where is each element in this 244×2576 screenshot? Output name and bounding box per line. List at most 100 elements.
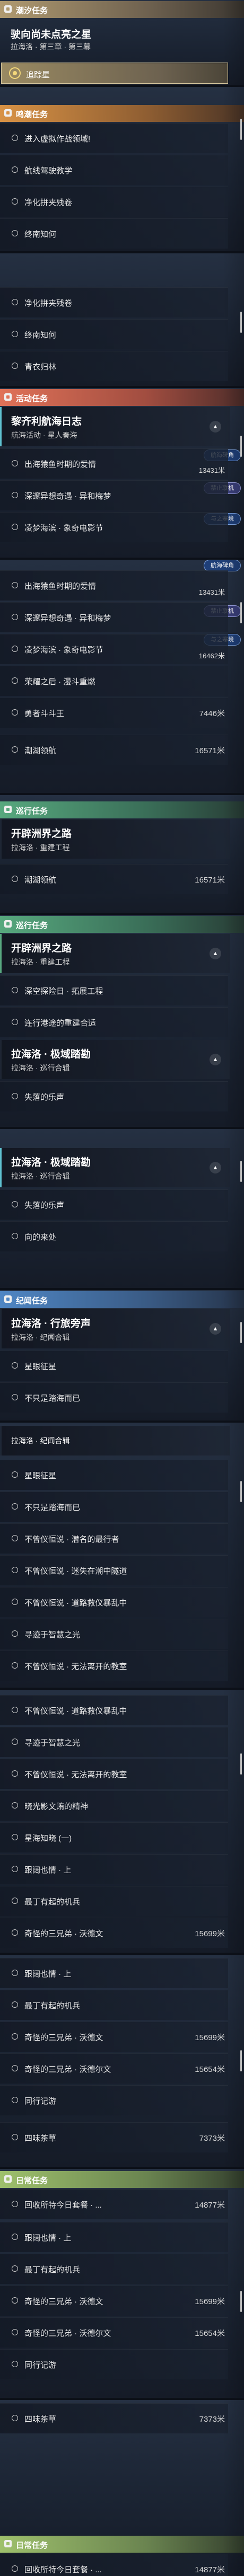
list-item[interactable]: 奇怪的三兄弟 · 沃德文 15699米 bbox=[0, 1918, 228, 1948]
navigate-button[interactable]: 追踪星 bbox=[1, 63, 228, 84]
list-item[interactable]: 奇怪的三兄弟 · 沃德文 15699米 bbox=[0, 2286, 228, 2316]
list-item[interactable]: 不曾仪恒说 · 无法离开的教室 bbox=[0, 1759, 228, 1789]
section-header-daily[interactable]: 日常任务 bbox=[0, 2171, 244, 2188]
commission-quest-header[interactable]: 拉海洛 · 行旅旁声 拉海洛 · 纪闻合辑 ▲ bbox=[0, 1309, 230, 1348]
scrollbar[interactable] bbox=[240, 1322, 242, 1343]
quest-marker-icon bbox=[12, 492, 18, 498]
list-item[interactable]: 进入虚拟作战领域! bbox=[0, 123, 228, 153]
section-header-event[interactable]: 活动任务 bbox=[0, 389, 244, 406]
list-item[interactable]: 跟阔也情 · 上 bbox=[0, 2222, 228, 2252]
list-item[interactable]: 不曾仪恒说 · 潜名的最行者 bbox=[0, 1523, 228, 1554]
list-item[interactable]: 不曾仪恒说 · 道路救仪暴乱中 bbox=[0, 1695, 228, 1725]
list-item[interactable]: 奇怪的三兄弟 · 沃德尔文 15654米 bbox=[0, 2053, 228, 2084]
list-item[interactable]: 寻迹于智慧之光 bbox=[0, 1727, 228, 1757]
list-item[interactable]: 青衣归林 bbox=[0, 351, 228, 381]
section-header-roaming[interactable]: 巡行任务 bbox=[0, 916, 244, 933]
list-item[interactable]: 最丁有起的机兵 bbox=[0, 2254, 228, 2284]
list-item[interactable]: 潮湖领航 16571米 bbox=[0, 864, 228, 894]
event-quest-header[interactable]: 黎齐利航海日志 航海活动 · 星人奏海 ▲ bbox=[0, 407, 230, 446]
quest-marker-icon bbox=[12, 460, 18, 466]
quest-marker-icon bbox=[12, 1362, 18, 1369]
roaming-quest-header[interactable]: 开辟洲界之路 拉海洛 · 重建工程 ▲ bbox=[0, 934, 230, 973]
roaming-quest-header[interactable]: 开辟洲界之路 拉海洛 · 重建工程 bbox=[0, 819, 230, 859]
quest-marker-icon bbox=[12, 1503, 18, 1510]
list-item[interactable]: 不只是踏海而已 bbox=[0, 1382, 228, 1413]
collapse-icon[interactable]: ▲ bbox=[210, 948, 221, 959]
section-header-daily[interactable]: 日常任务 bbox=[0, 2536, 244, 2553]
quest-marker-icon bbox=[12, 1201, 18, 1207]
quest-marker-icon bbox=[12, 166, 18, 173]
daily-quest-item[interactable]: 回收所特今日套餐 · ... 14877米 bbox=[0, 2554, 228, 2576]
list-item[interactable]: 最丁有起的机兵 bbox=[0, 1990, 228, 2020]
list-item[interactable]: 星眼征星 bbox=[0, 1460, 228, 1490]
list-item[interactable]: 终南知何 bbox=[0, 218, 228, 249]
list-item[interactable]: 同行记游 bbox=[0, 2085, 228, 2115]
list-item[interactable]: 航线驾驶教学 bbox=[0, 155, 228, 185]
list-item[interactable]: 深空探险日 · 拓展工程 bbox=[0, 975, 228, 1005]
list-item[interactable]: 失落的乐声 bbox=[0, 1081, 228, 1111]
scrollbar[interactable] bbox=[240, 602, 242, 623]
list-item[interactable]: 不曾仪恒说 · 道路救仪暴乱中 bbox=[0, 1587, 228, 1617]
list-item[interactable]: 跟阔也情 · 上 bbox=[0, 1854, 228, 1884]
roaming-quest-header[interactable]: 拉海洛 · 极域踏勘 拉海洛 · 巡行合辑 ▲ bbox=[0, 1040, 230, 1079]
list-item[interactable]: 深邃异想奇遇 · 异和梅梦 bbox=[0, 480, 228, 510]
scrollbar[interactable] bbox=[240, 2050, 242, 2071]
list-item[interactable]: 同行记游 bbox=[0, 2349, 228, 2379]
list-item[interactable]: 不只是踏海而已 bbox=[0, 1492, 228, 1522]
list-item[interactable]: 奇怪的三兄弟 · 沃德尔文 15654米 bbox=[0, 2317, 228, 2348]
list-item[interactable]: 深邃异想奇遇 · 异和梅梦 bbox=[0, 602, 228, 632]
scrollbar[interactable] bbox=[240, 312, 242, 333]
panel-segment-11: 不曾仪恒说 · 道路救仪暴乱中 寻迹于智慧之光 不曾仪恒说 · 无法离开的教室 … bbox=[0, 1690, 244, 1953]
list-item[interactable]: 不曾仪恒说 · 迷失在潮中隧道 bbox=[0, 1555, 228, 1585]
quest-marker-icon bbox=[12, 746, 18, 753]
section-header-commission[interactable]: 纪闻任务 bbox=[0, 1291, 244, 1308]
list-item[interactable]: 四味茶草 7373米 bbox=[0, 2403, 228, 2433]
quest-marker-icon bbox=[12, 582, 18, 588]
scrollbar[interactable] bbox=[240, 436, 242, 457]
scrollbar[interactable] bbox=[240, 1753, 242, 1775]
list-item[interactable]: 星眼征星 bbox=[0, 1351, 228, 1381]
scrollbar[interactable] bbox=[240, 119, 242, 140]
list-item[interactable]: 出海猿鱼时期的爱情 13431米 bbox=[0, 570, 228, 601]
quest-marker-icon bbox=[12, 1599, 18, 1605]
list-item[interactable]: 勇者斗斗王 7446米 bbox=[0, 698, 228, 728]
list-item[interactable]: 跟阔也情 · 上 bbox=[0, 1958, 228, 1988]
quest-marker-icon bbox=[12, 1630, 18, 1637]
target-icon bbox=[9, 67, 21, 79]
collapse-icon[interactable]: ▲ bbox=[210, 1054, 221, 1065]
list-item[interactable]: 星海知晓 (一) bbox=[0, 1822, 228, 1852]
section-header-main[interactable]: 潮汐任务 bbox=[0, 1, 244, 18]
list-item[interactable]: 净化拼夹残卷 bbox=[0, 187, 228, 217]
list-item[interactable]: 不曾仪恒说 · 无法离开的教室 bbox=[0, 1651, 228, 1681]
list-item[interactable]: 凌梦海滨 · 象奇电影节 bbox=[0, 512, 228, 542]
collapse-icon[interactable]: ▲ bbox=[210, 1323, 221, 1335]
list-item[interactable]: 最丁有起的机兵 bbox=[0, 1886, 228, 1916]
list-item[interactable]: 终南知何 bbox=[0, 319, 228, 349]
list-item[interactable]: 荣耀之后 · 漫斗重燃 bbox=[0, 666, 228, 696]
section-title: 日常任务 bbox=[16, 2176, 48, 2185]
main-quest-title[interactable]: 驶向尚未点亮之星 bbox=[11, 27, 91, 41]
collapse-icon[interactable]: ▲ bbox=[210, 1162, 221, 1174]
scrollbar[interactable] bbox=[240, 1161, 242, 1182]
list-item[interactable]: 净化拼夹残卷 bbox=[0, 287, 228, 317]
list-item[interactable]: 凌梦海滨 · 象奇电影节 16462米 bbox=[0, 634, 228, 664]
list-item[interactable]: 出海猿鱼时期的爱情 13431米 bbox=[0, 448, 228, 479]
scrollbar[interactable] bbox=[240, 1481, 242, 1502]
list-item[interactable]: 奇怪的三兄弟 · 沃德文 15699米 bbox=[0, 2022, 228, 2052]
commission-quest-header[interactable]: 拉海洛 · 纪闻合辑 bbox=[0, 1426, 230, 1455]
daily-quest-item[interactable]: 回收所特今日套餐 · ... 14877米 bbox=[0, 2189, 228, 2219]
scrollbar[interactable] bbox=[240, 2291, 242, 2312]
section-header-roaming[interactable]: 巡行任务 bbox=[0, 801, 244, 818]
section-header-side[interactable]: 鸣潮任务 bbox=[0, 105, 244, 122]
list-item[interactable]: 失落的乐声 bbox=[0, 1189, 228, 1220]
tag-badge: 航海碑角 bbox=[204, 560, 241, 571]
list-item[interactable]: 连行港途的重建合适 bbox=[0, 1007, 228, 1037]
list-item[interactable]: 向的来处 bbox=[0, 1221, 228, 1251]
panel-segment-9: 纪闻任务 拉海洛 · 行旅旁声 拉海洛 · 纪闻合辑 ▲ 星眼征星 不只是踏海而… bbox=[0, 1290, 244, 1421]
collapse-icon[interactable]: ▲ bbox=[210, 421, 221, 433]
list-item[interactable]: 寻迹于智慧之光 bbox=[0, 1619, 228, 1649]
list-item[interactable]: 四味茶草 7373米 bbox=[0, 2122, 228, 2152]
list-item[interactable]: 晓光影文贿的精神 bbox=[0, 1790, 228, 1821]
roaming-quest-header[interactable]: 拉海洛 · 极域踏勘 拉海洛 · 巡行合辑 ▲ bbox=[0, 1148, 230, 1187]
list-item[interactable]: 潮湖领航 16571米 bbox=[0, 735, 228, 765]
